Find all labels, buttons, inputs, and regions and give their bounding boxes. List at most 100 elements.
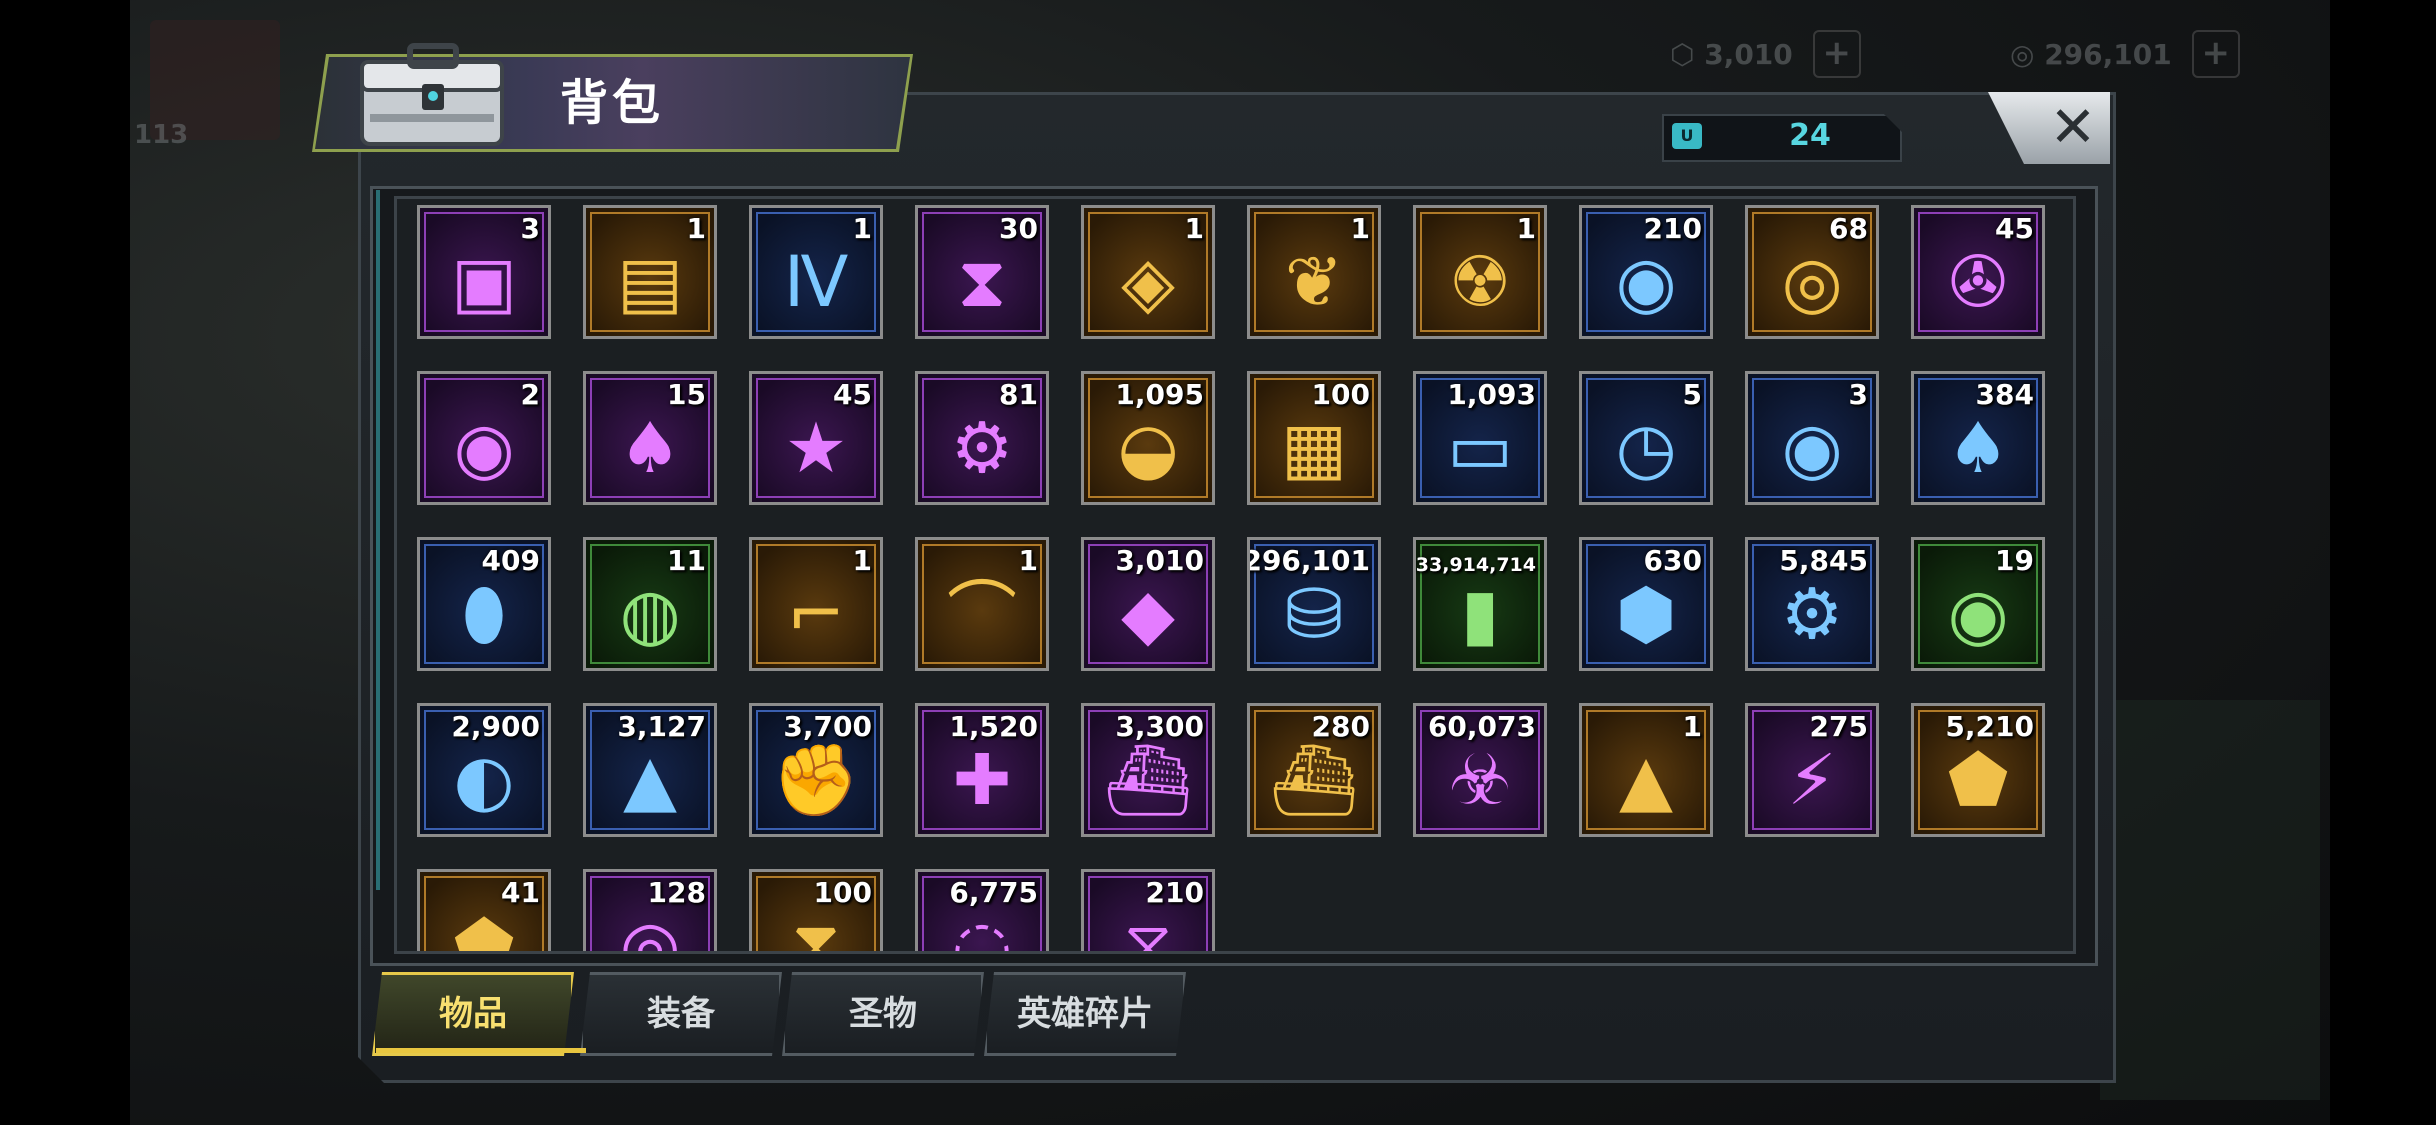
inventory-slot[interactable]: ▤ 1 xyxy=(583,205,717,339)
inventory-slot[interactable]: ⛴ 280 xyxy=(1247,703,1381,837)
item-count: 3,300 xyxy=(1115,710,1204,743)
item-count: 1 xyxy=(1018,544,1038,577)
inventory-slot[interactable]: ◈ 1 xyxy=(1081,205,1215,339)
inventory-slot[interactable]: ✚ 1,520 xyxy=(915,703,1049,837)
inventory-slot[interactable]: ❦ 1 xyxy=(1247,205,1381,339)
inventory-slot[interactable]: ▭ 1,093 xyxy=(1413,371,1547,505)
inventory-slot[interactable]: ▣ 3 xyxy=(417,205,551,339)
background-coin-counter: ◎ 296,101 + xyxy=(2010,30,2240,78)
tier-iv-crate-icon: Ⅳ xyxy=(783,241,849,323)
inventory-slot[interactable]: ⬮ 409 xyxy=(417,537,551,671)
tab-equipment[interactable]: 装备 xyxy=(580,972,782,1056)
coin-count: 296,101 xyxy=(2044,38,2172,71)
inventory-slot[interactable]: ☣ 60,073 xyxy=(1413,703,1547,837)
inventory-slot[interactable]: Ⅳ1 xyxy=(749,205,883,339)
poker-chip-purple-icon: ♠ xyxy=(618,407,682,489)
item-count: 5,210 xyxy=(1945,710,2034,743)
inventory-slot[interactable]: ◐ 2,900 xyxy=(417,703,551,837)
cube-box-icon: ◈ xyxy=(1121,241,1175,323)
inventory-slot[interactable]: ♠ 384 xyxy=(1911,371,2045,505)
item-count: 296,101 xyxy=(1247,544,1370,577)
puzzle-piece-icon: ✚ xyxy=(952,739,1012,821)
inventory-slot[interactable]: ⛴ 3,300 xyxy=(1081,703,1215,837)
inventory-slot[interactable]: ⧗ 30 xyxy=(915,205,1049,339)
orange-prism-icon: ▲ xyxy=(1619,739,1673,821)
inventory-slot[interactable]: ◌ 6,775 xyxy=(915,869,1049,951)
frog-bracelet-icon: ◍ xyxy=(619,573,681,655)
item-count: 3 xyxy=(520,212,540,245)
revolver-card-icon: ⌐ xyxy=(786,573,846,655)
inventory-slot[interactable]: ◉ 3 xyxy=(1745,371,1879,505)
inventory-slot[interactable]: ★ 45 xyxy=(749,371,883,505)
inventory-slot[interactable]: ⬟ 41 xyxy=(417,869,551,951)
inventory-slot[interactable]: ⧗ 100 xyxy=(749,869,883,951)
inventory-slot[interactable]: ▮ 233,914,714 xyxy=(1413,537,1547,671)
blue-bottle-cap-icon: ◉ xyxy=(1781,407,1843,489)
inventory-slot[interactable]: ◍ 11 xyxy=(583,537,717,671)
inventory-slot[interactable]: ◷ 5 xyxy=(1579,371,1713,505)
inventory-slot[interactable]: ◆ 3,010 xyxy=(1081,537,1215,671)
inventory-slot[interactable]: ⌐ 1 xyxy=(749,537,883,671)
item-count: 3,700 xyxy=(783,710,872,743)
bullet-icon: ⬮ xyxy=(462,573,506,655)
item-count: 45 xyxy=(1995,212,2034,245)
inventory-slot[interactable]: ◉ 19 xyxy=(1911,537,2045,671)
item-count: 15 xyxy=(667,378,706,411)
plus-icon: + xyxy=(1812,30,1861,78)
tab-hero-shards[interactable]: 英雄碎片 xyxy=(984,972,1186,1056)
inventory-slot[interactable]: ▲ 3,127 xyxy=(583,703,717,837)
inventory-slot[interactable]: ⚙ 5,845 xyxy=(1745,537,1879,671)
active-tab-indicator xyxy=(376,1048,586,1053)
inventory-slot[interactable]: ✇ 45 xyxy=(1911,205,2045,339)
inventory-slot[interactable]: ⚙ 81 xyxy=(915,371,1049,505)
scroll-accent[interactable] xyxy=(376,190,380,890)
background-building xyxy=(2100,700,2320,1100)
pink-bottle-cap-icon: ◉ xyxy=(453,407,515,489)
item-count: 1 xyxy=(852,212,872,245)
gear-icon: ⚙ xyxy=(1780,573,1844,655)
crystal-prism-icon: ▲ xyxy=(623,739,677,821)
item-count: 100 xyxy=(813,876,872,909)
tab-relics[interactable]: 圣物 xyxy=(782,972,984,1056)
stopwatch-icon: ◷ xyxy=(1615,407,1677,489)
red-bottle-cap-icon: ◉ xyxy=(1615,241,1677,323)
inventory-slot[interactable]: ♠ 15 xyxy=(583,371,717,505)
item-count: 409 xyxy=(481,544,540,577)
poker-chip-red-icon: ♠ xyxy=(1946,407,2010,489)
hex-gem-icon: ⬡ xyxy=(1670,38,1695,71)
purple-energy-core-icon: ⬢ xyxy=(1615,573,1677,655)
cinema-ticket-icon: ▭ xyxy=(1446,407,1514,489)
tab-bar: 物品 装备 圣物 英雄碎片 xyxy=(372,972,1212,1054)
inventory-slot[interactable]: ☢ 1 xyxy=(1413,205,1547,339)
item-count: 210 xyxy=(1145,876,1204,909)
inventory-slot[interactable]: ⬟ 5,210 xyxy=(1911,703,2045,837)
item-count: 233,914,714 xyxy=(1413,554,1536,576)
hourglass-icon: ⧗ xyxy=(957,241,1007,323)
item-count: 3 xyxy=(1848,378,1868,411)
purple-gem-icon: ◆ xyxy=(1121,573,1175,655)
inventory-slot[interactable]: ⚡ 275 xyxy=(1745,703,1879,837)
inventory-slot[interactable]: ▲ 1 xyxy=(1579,703,1713,837)
loot-chest-purple-icon: ▣ xyxy=(450,241,518,323)
inventory-slot[interactable]: ⌒ 1 xyxy=(915,537,1049,671)
inventory-slot[interactable]: ◒ 1,095 xyxy=(1081,371,1215,505)
item-count: 1,520 xyxy=(949,710,1038,743)
tab-items[interactable]: 物品 xyxy=(372,972,574,1056)
inventory-slot[interactable]: ◎ 128 xyxy=(583,869,717,951)
item-count: 1 xyxy=(852,544,872,577)
inventory-slot[interactable]: ▦ 100 xyxy=(1247,371,1381,505)
background-level: 113 xyxy=(134,120,189,150)
inventory-slot[interactable]: ◉ 2 xyxy=(417,371,551,505)
inventory-grid[interactable]: ▣ 3 ▤ 1 Ⅳ 1 ⧗ 30 ◈ 1 ❦ 1 ☢ 1 ◉ 210 ◎ 68 ✇ 45 ◉ 2 ♠ 15 ★ 45 ⚙ 81 ◒ 1,0… xyxy=(394,196,2076,954)
inventory-slot[interactable]: ◎ 68 xyxy=(1745,205,1879,339)
inventory-slot[interactable]: ⬢ 630 xyxy=(1579,537,1713,671)
inventory-slot[interactable]: ✊ 3,700 xyxy=(749,703,883,837)
item-count: 45 xyxy=(833,378,872,411)
inventory-slot[interactable]: ⧖ 210 xyxy=(1081,869,1215,951)
item-count: 275 xyxy=(1809,710,1868,743)
inventory-slot[interactable]: ◉ 210 xyxy=(1579,205,1713,339)
item-count: 11 xyxy=(667,544,706,577)
inventory-slot[interactable]: ⛁ 296,101 xyxy=(1247,537,1381,671)
item-count: 81 xyxy=(999,378,1038,411)
close-icon: ✕ xyxy=(2049,95,2097,160)
